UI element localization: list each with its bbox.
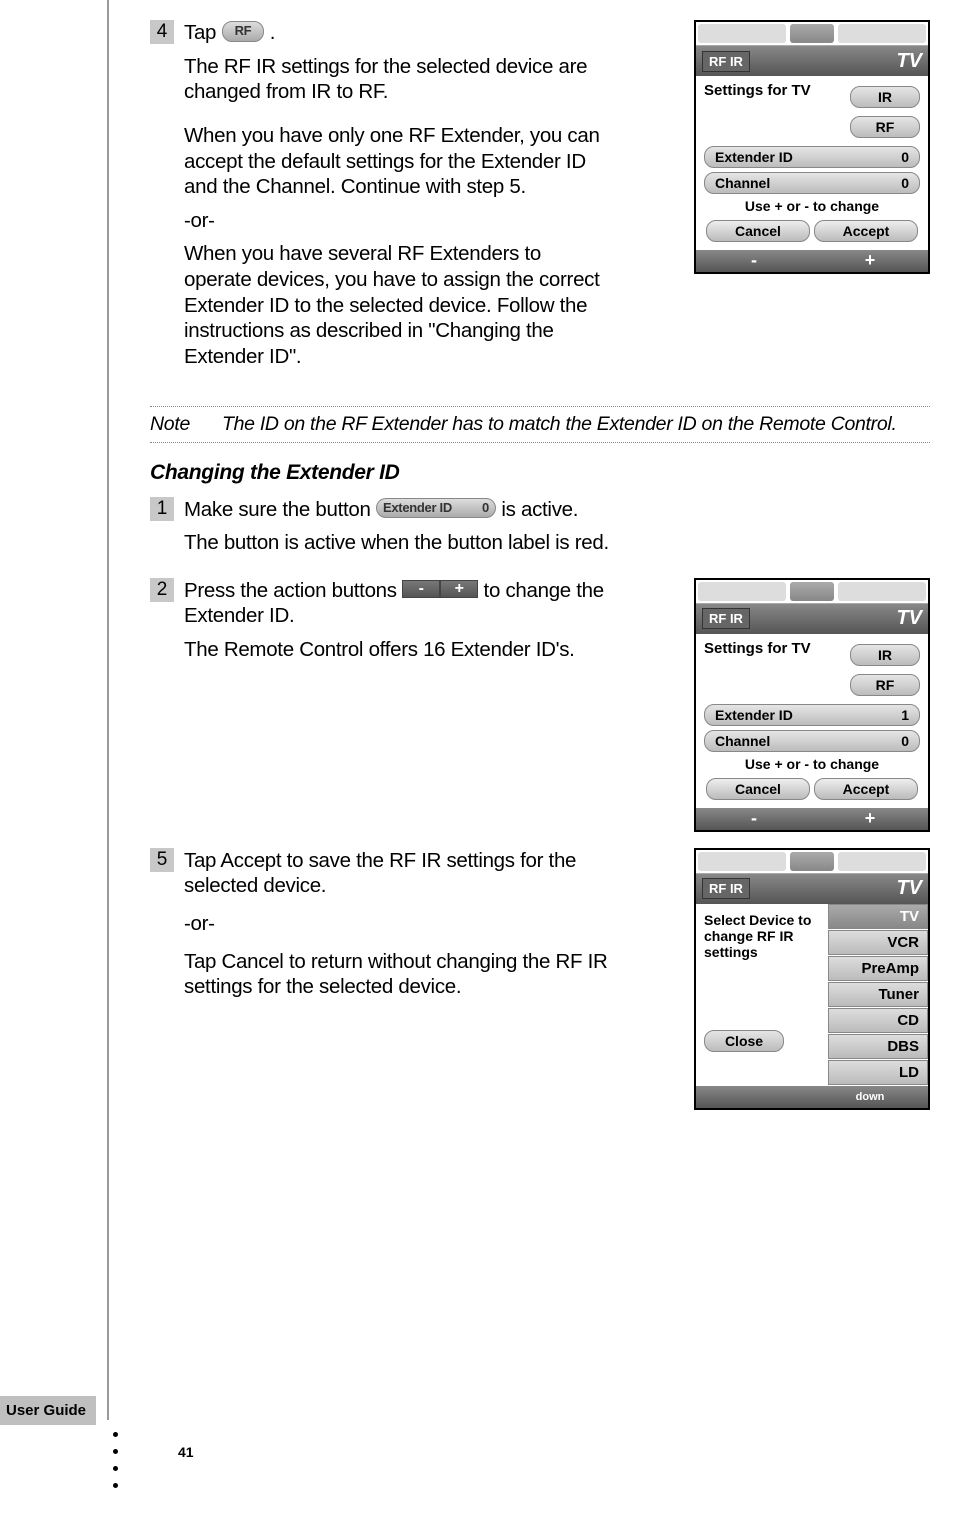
- plus-icon: +: [440, 580, 478, 598]
- step-number: 1: [150, 497, 174, 521]
- ribbon-tab: RF IR: [702, 51, 750, 72]
- step-number: 5: [150, 848, 174, 872]
- step-body: Tap RF . The RF IR settings for the sele…: [184, 20, 610, 378]
- step-number: 4: [150, 20, 174, 44]
- step4-text: .: [270, 21, 275, 44]
- extender-id-label: Extender ID: [715, 149, 793, 165]
- ribbon-device: TV: [896, 50, 922, 73]
- screenshot-settings-2: RF IR TV Settings for TV IR RF Extender …: [694, 578, 930, 832]
- channel-value: 0: [901, 175, 909, 191]
- channel-label: Channel: [715, 175, 770, 191]
- ribbon-device: TV: [896, 607, 922, 630]
- extender-id-value: 1: [901, 707, 909, 723]
- pill-label: Extender ID: [383, 500, 452, 515]
- step5-text: Tap Accept to save the RF IR settings fo…: [184, 848, 610, 899]
- step1-text: Make sure the button: [184, 498, 376, 521]
- step-body: Make sure the button Extender ID 0 is ac…: [184, 497, 930, 564]
- pill-value: 0: [482, 500, 489, 516]
- device-item[interactable]: CD: [828, 1008, 928, 1033]
- accept-button[interactable]: Accept: [814, 778, 918, 800]
- device-item[interactable]: VCR: [828, 930, 928, 955]
- minus-button[interactable]: -: [696, 250, 812, 272]
- extender-id-pill-icon: Extender ID 0: [376, 498, 496, 518]
- note-text: The ID on the RF Extender has to match t…: [222, 413, 897, 436]
- extender-id-value: 0: [901, 149, 909, 165]
- step-body: Tap Accept to save the RF IR settings fo…: [184, 848, 610, 1008]
- channel-button[interactable]: Channel 0: [704, 172, 920, 194]
- page-content: 4 Tap RF . The RF IR settings for the se…: [150, 20, 930, 1126]
- settings-for-label: Settings for TV: [704, 640, 840, 657]
- step4-text: The RF IR settings for the selected devi…: [184, 54, 610, 105]
- footer-user-guide: User Guide: [0, 1396, 96, 1425]
- rf-pill-icon: RF: [222, 21, 265, 41]
- step5-or: -or-: [184, 911, 610, 937]
- minus-button[interactable]: -: [696, 808, 812, 830]
- device-item[interactable]: TV: [828, 904, 928, 929]
- step1-text: The button is active when the button lab…: [184, 530, 930, 556]
- hint-text: Use + or - to change: [704, 756, 920, 772]
- step-number: 2: [150, 578, 174, 602]
- step4-or: -or-: [184, 208, 610, 234]
- step1-text: is active.: [501, 498, 578, 521]
- ribbon-tab: RF IR: [702, 608, 750, 629]
- vertical-rule: [107, 0, 109, 1420]
- extender-id-button[interactable]: Extender ID 0: [704, 146, 920, 168]
- minus-plus-icon: - +: [402, 580, 478, 598]
- device-item[interactable]: LD: [828, 1060, 928, 1085]
- ribbon-tab: RF IR: [702, 878, 750, 899]
- note-block: Note The ID on the RF Extender has to ma…: [150, 406, 930, 443]
- rf-button[interactable]: RF: [850, 116, 920, 138]
- page-number: 41: [178, 1444, 194, 1460]
- ir-button[interactable]: IR: [850, 644, 920, 666]
- close-button[interactable]: Close: [704, 1030, 784, 1052]
- device-item[interactable]: Tuner: [828, 982, 928, 1007]
- cancel-button[interactable]: Cancel: [706, 778, 810, 800]
- plus-button[interactable]: +: [812, 808, 928, 830]
- channel-label: Channel: [715, 733, 770, 749]
- ir-button[interactable]: IR: [850, 86, 920, 108]
- note-label: Note: [150, 413, 222, 436]
- step5-text: Tap Cancel to return without changing th…: [184, 949, 610, 1000]
- hint-text: Use + or - to change: [704, 198, 920, 214]
- ribbon-device: TV: [896, 877, 922, 900]
- channel-button[interactable]: Channel 0: [704, 730, 920, 752]
- cancel-button[interactable]: Cancel: [706, 220, 810, 242]
- device-item[interactable]: PreAmp: [828, 956, 928, 981]
- step4-text: Tap: [184, 21, 222, 44]
- settings-for-label: Settings for TV: [704, 82, 840, 99]
- rf-button[interactable]: RF: [850, 674, 920, 696]
- step4-text: When you have several RF Extenders to op…: [184, 241, 610, 369]
- select-device-prompt: Select Device to change RF IR settings: [704, 912, 824, 960]
- step-body: Press the action buttons - + to change t…: [184, 578, 610, 671]
- extender-id-label: Extender ID: [715, 707, 793, 723]
- step2-text: The Remote Control offers 16 Extender ID…: [184, 637, 610, 663]
- device-item[interactable]: DBS: [828, 1034, 928, 1059]
- screenshot-settings-1: RF IR TV Settings for TV IR RF Extender …: [694, 20, 930, 274]
- minus-icon: -: [402, 580, 440, 598]
- footer-blank: [696, 1086, 812, 1108]
- plus-button[interactable]: +: [812, 250, 928, 272]
- accept-button[interactable]: Accept: [814, 220, 918, 242]
- step2-text: Press the action buttons: [184, 579, 402, 602]
- subheading: Changing the Extender ID: [150, 461, 930, 485]
- channel-value: 0: [901, 733, 909, 749]
- step4-text: When you have only one RF Extender, you …: [184, 123, 610, 200]
- extender-id-button[interactable]: Extender ID 1: [704, 704, 920, 726]
- screenshot-device-list: RF IR TV Select Device to change RF IR s…: [694, 848, 930, 1110]
- down-button[interactable]: down: [812, 1086, 928, 1108]
- footer-dots-icon: [113, 1432, 118, 1488]
